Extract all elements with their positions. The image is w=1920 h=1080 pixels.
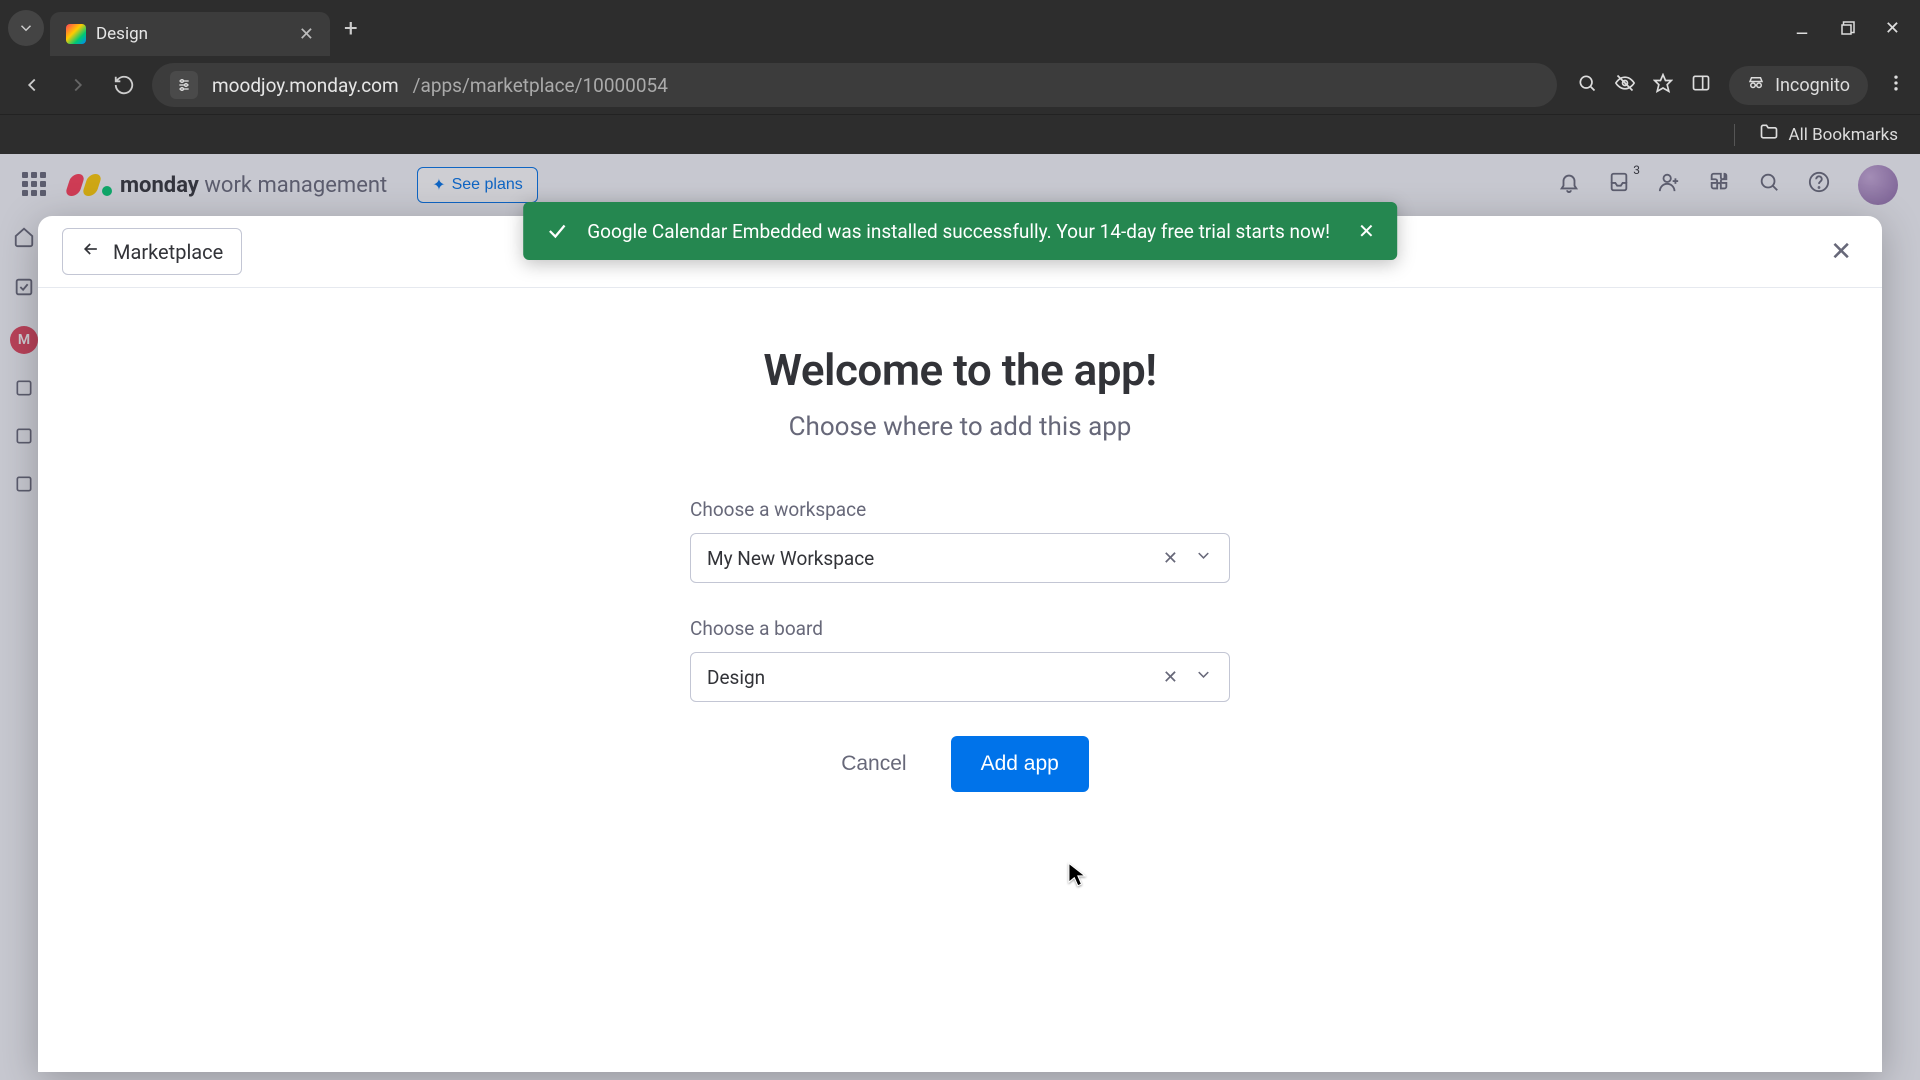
new-tab-button[interactable]: + — [330, 14, 372, 42]
chevron-down-icon[interactable] — [1184, 665, 1213, 689]
close-tab-icon[interactable]: ✕ — [299, 24, 314, 45]
search-icon[interactable] — [1577, 73, 1597, 98]
url-host: moodjoy.monday.com — [212, 74, 399, 97]
back-label: Marketplace — [113, 240, 223, 264]
bookmarks-bar: All Bookmarks — [0, 114, 1920, 154]
board-label: Choose a board — [690, 617, 1230, 640]
add-app-button[interactable]: Add app — [951, 736, 1089, 792]
back-button[interactable] — [14, 67, 50, 103]
sidepanel-icon[interactable] — [1691, 73, 1711, 98]
tab-search-button[interactable] — [8, 10, 44, 46]
reload-button[interactable] — [106, 67, 142, 103]
eye-off-icon[interactable] — [1615, 73, 1635, 98]
back-to-marketplace-button[interactable]: Marketplace — [62, 228, 242, 275]
board-value: Design — [707, 666, 765, 689]
mouse-cursor-icon — [1068, 862, 1086, 888]
window-controls: ✕ — [1793, 18, 1912, 39]
incognito-chip[interactable]: Incognito — [1729, 66, 1868, 105]
folder-icon — [1759, 122, 1779, 147]
browser-tab[interactable]: Design ✕ — [50, 12, 330, 56]
clear-board-icon[interactable]: ✕ — [1157, 667, 1184, 688]
incognito-icon — [1747, 74, 1765, 97]
workspace-label: Choose a workspace — [690, 498, 1230, 521]
check-icon — [545, 219, 569, 243]
clear-workspace-icon[interactable]: ✕ — [1157, 548, 1184, 569]
modal-form: Choose a workspace My New Workspace ✕ Ch… — [690, 498, 1230, 792]
modal-actions: Cancel Add app — [690, 736, 1230, 792]
browser-titlebar: Design ✕ + ✕ — [0, 0, 1920, 56]
modal-body: Welcome to the app! Choose where to add … — [38, 288, 1882, 792]
all-bookmarks-link[interactable]: All Bookmarks — [1789, 125, 1898, 145]
chevron-down-icon[interactable] — [1184, 546, 1213, 570]
workspace-value: My New Workspace — [707, 547, 874, 570]
tab-title: Design — [96, 24, 289, 44]
toast-message: Google Calendar Embedded was installed s… — [587, 220, 1330, 243]
url-path: /apps/marketplace/10000054 — [413, 74, 668, 97]
arrow-left-icon — [81, 239, 101, 264]
divider — [1734, 124, 1735, 146]
close-window-icon[interactable]: ✕ — [1885, 18, 1900, 39]
browser-toolbar: moodjoy.monday.com/apps/marketplace/1000… — [0, 56, 1920, 114]
modal-subtitle: Choose where to add this app — [789, 412, 1132, 442]
marketplace-modal: Marketplace ✕ Welcome to the app! Choose… — [38, 216, 1882, 1072]
board-select[interactable]: Design ✕ — [690, 652, 1230, 702]
site-settings-icon[interactable] — [170, 71, 198, 99]
maximize-icon[interactable] — [1839, 19, 1857, 37]
modal-title: Welcome to the app! — [763, 344, 1156, 396]
incognito-label: Incognito — [1775, 75, 1850, 96]
address-bar[interactable]: moodjoy.monday.com/apps/marketplace/1000… — [152, 63, 1557, 107]
modal-close-icon[interactable]: ✕ — [1824, 231, 1858, 273]
workspace-select[interactable]: My New Workspace ✕ — [690, 533, 1230, 583]
favicon-icon — [66, 24, 86, 44]
minimize-icon[interactable] — [1793, 19, 1811, 37]
forward-button[interactable] — [60, 67, 96, 103]
success-toast: Google Calendar Embedded was installed s… — [523, 202, 1397, 260]
kebab-menu-icon[interactable] — [1886, 73, 1906, 98]
cancel-button[interactable]: Cancel — [831, 738, 916, 790]
bookmark-star-icon[interactable] — [1653, 73, 1673, 98]
toast-close-icon[interactable]: ✕ — [1358, 219, 1375, 243]
